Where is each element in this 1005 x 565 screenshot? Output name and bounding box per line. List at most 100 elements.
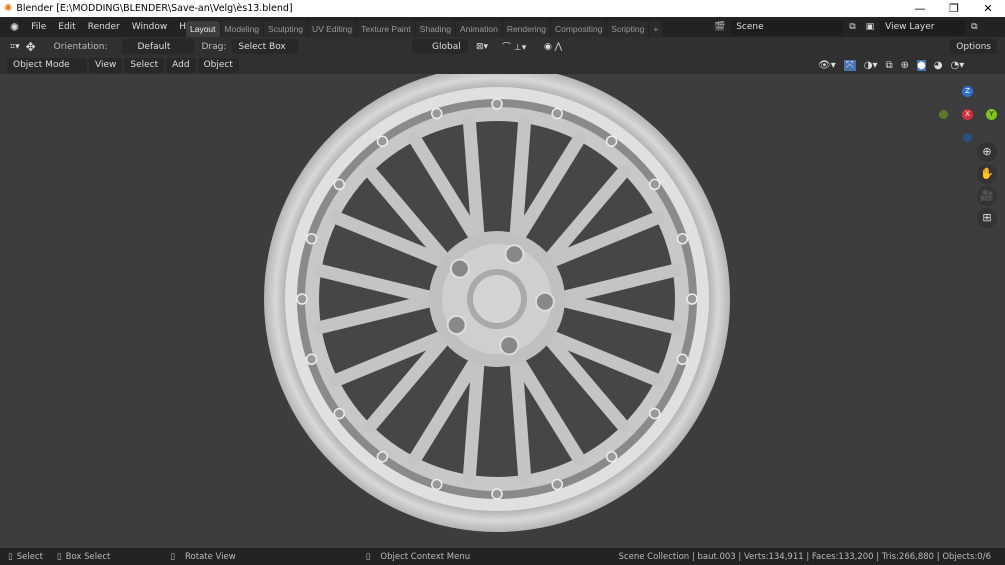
menu-file[interactable]: File	[25, 22, 52, 32]
lug-nut	[449, 258, 470, 279]
rim-rivet	[649, 407, 661, 420]
tab-modeling[interactable]: Modeling	[220, 21, 264, 37]
rim-rivet	[305, 232, 318, 245]
move-icon[interactable]: ✥	[26, 40, 36, 54]
status-rotate: Rotate View	[185, 551, 236, 562]
restore-button[interactable]: ❐	[937, 0, 971, 17]
tab-uv-editing[interactable]: UV Editing	[308, 21, 357, 37]
pivot-icon[interactable]: ⊠▾	[476, 42, 488, 52]
menu-window[interactable]: Window	[126, 22, 174, 32]
menu-view[interactable]: View	[89, 57, 123, 73]
blender-menu-icon[interactable]: ✺	[4, 21, 25, 34]
tab-sculpting[interactable]: Sculpting	[264, 21, 307, 37]
lug-nut	[504, 244, 525, 265]
options-label: Options	[956, 41, 991, 52]
menu-render[interactable]: Render	[82, 22, 126, 32]
ortho-toggle-icon[interactable]: ⊞	[977, 208, 997, 228]
camera-view-icon[interactable]: 🎥	[977, 186, 997, 206]
solid-shading-icon[interactable]: ●	[917, 59, 926, 71]
view-layer-name: View Layer	[885, 22, 935, 32]
rim-rivet	[430, 478, 443, 491]
close-button[interactable]: ✕	[971, 0, 1005, 17]
new-scene-icon[interactable]: ⧉	[849, 22, 855, 32]
pan-view-icon[interactable]: ✋	[977, 164, 997, 184]
scene-icon[interactable]: 🎬	[714, 22, 725, 32]
orientation-dropdown[interactable]: Default	[121, 39, 194, 54]
rim-rivet	[333, 178, 345, 191]
menu-select[interactable]: Select	[124, 57, 165, 73]
add-workspace-button[interactable]: +	[649, 21, 663, 37]
tab-texture-paint[interactable]: Texture Paint	[357, 21, 415, 37]
status-bar: ▯ Select ▯ Box Select ▯ Rotate View ▯ Ob…	[0, 548, 1005, 565]
material-shading-icon[interactable]: ◕	[934, 60, 943, 71]
rendered-shading-icon[interactable]: ◔▾	[950, 60, 964, 71]
status-box-select: Box Select	[65, 551, 111, 562]
blender-logo-icon: ✺	[4, 3, 13, 14]
minimize-button[interactable]: —	[903, 0, 937, 17]
3d-viewport[interactable]: Z X Y ⊕ ✋ 🎥 ⊞	[0, 66, 1005, 548]
mode-dropdown[interactable]: Object Mode	[7, 57, 87, 73]
rim-rivet	[305, 353, 318, 366]
view-layer-field[interactable]: View Layer	[880, 19, 966, 35]
status-context-menu: Object Context Menu	[380, 551, 471, 562]
tab-layout[interactable]: Layout	[186, 21, 220, 37]
rim-rivet	[676, 232, 689, 245]
mode-value: Object Mode	[13, 60, 70, 70]
scene-statistics: Scene Collection | baut.003 | Verts:134,…	[618, 551, 991, 562]
proportional-edit-icon[interactable]: ◉ ⋀	[544, 42, 562, 52]
tab-shading[interactable]: Shading	[415, 21, 455, 37]
title-bar: ✺ Blender [E:\MODDING\BLENDER\Save-an\Ve…	[0, 0, 1005, 17]
orientation-label: Orientation:	[53, 41, 108, 52]
rim-rivet	[333, 407, 345, 420]
gizmo-neg-z[interactable]	[963, 133, 972, 142]
rim-rivet	[491, 488, 503, 500]
rim-rivet	[605, 135, 618, 147]
transform-value: Global	[432, 41, 461, 52]
tab-scripting[interactable]: Scripting	[607, 21, 649, 37]
status-select: Select	[16, 551, 43, 562]
lug-nut	[446, 314, 467, 335]
gizmo-z[interactable]: Z	[962, 86, 973, 97]
gizmo-neg-y[interactable]	[939, 110, 948, 119]
lug-nut	[534, 291, 555, 312]
drag-dropdown[interactable]: Select Box	[232, 39, 299, 54]
rim-rivet	[551, 107, 564, 120]
gizmo-x[interactable]: X	[962, 109, 973, 120]
gizmo-toggle-icon[interactable]: ⤧	[843, 59, 856, 71]
rim-rivet	[430, 107, 443, 120]
tab-compositing[interactable]: Compositing	[551, 21, 607, 37]
gizmo-y[interactable]: Y	[986, 109, 997, 120]
new-view-layer-icon[interactable]: ⧉	[971, 22, 977, 32]
tab-rendering[interactable]: Rendering	[502, 21, 551, 37]
menu-view-label: View	[95, 60, 117, 70]
overlay-icon[interactable]: ◑▾	[864, 60, 878, 71]
options-dropdown[interactable]: Options	[950, 39, 997, 54]
tool-icon[interactable]: ⌗▾	[10, 42, 20, 52]
menu-object-label: Object	[203, 60, 233, 70]
rim-rivet	[491, 98, 503, 110]
rim-rivet	[649, 178, 661, 191]
rim-rivet	[686, 293, 698, 305]
viewport-header: Object Mode View Select Add Object 👁▾ ⤧ …	[0, 56, 1005, 74]
scene-field[interactable]: Scene	[731, 19, 844, 35]
menu-object[interactable]: Object	[197, 57, 239, 73]
wheel-spoke	[462, 114, 485, 249]
snap-icon[interactable]: ⌒ ⊥▾	[502, 40, 526, 53]
navigation-gizmo[interactable]: Z X Y	[930, 78, 1000, 148]
xray-icon[interactable]: ⧉	[885, 60, 892, 71]
transform-orientation-dropdown[interactable]: Global	[412, 39, 468, 54]
mouse-middle-icon: ▯	[170, 551, 176, 562]
tab-animation[interactable]: Animation	[456, 21, 502, 37]
view-layer-icon[interactable]: ▣	[866, 22, 875, 32]
menu-edit[interactable]: Edit	[52, 22, 81, 32]
rim-rivet	[296, 293, 308, 305]
mouse-left-drag-icon: ▯	[56, 551, 62, 562]
menu-add[interactable]: Add	[166, 57, 196, 73]
rim-rivet	[605, 451, 618, 463]
visibility-icon[interactable]: 👁▾	[818, 60, 836, 71]
top-bar: ✺ File Edit Render Window Help Layout Mo…	[0, 17, 1005, 37]
wireframe-shading-icon[interactable]: ⊕	[901, 60, 909, 71]
tool-header: ⌗▾ ✥ Orientation: Default Drag: Select B…	[0, 37, 1005, 56]
zoom-view-icon[interactable]: ⊕	[977, 142, 997, 162]
lug-nut	[499, 335, 520, 356]
